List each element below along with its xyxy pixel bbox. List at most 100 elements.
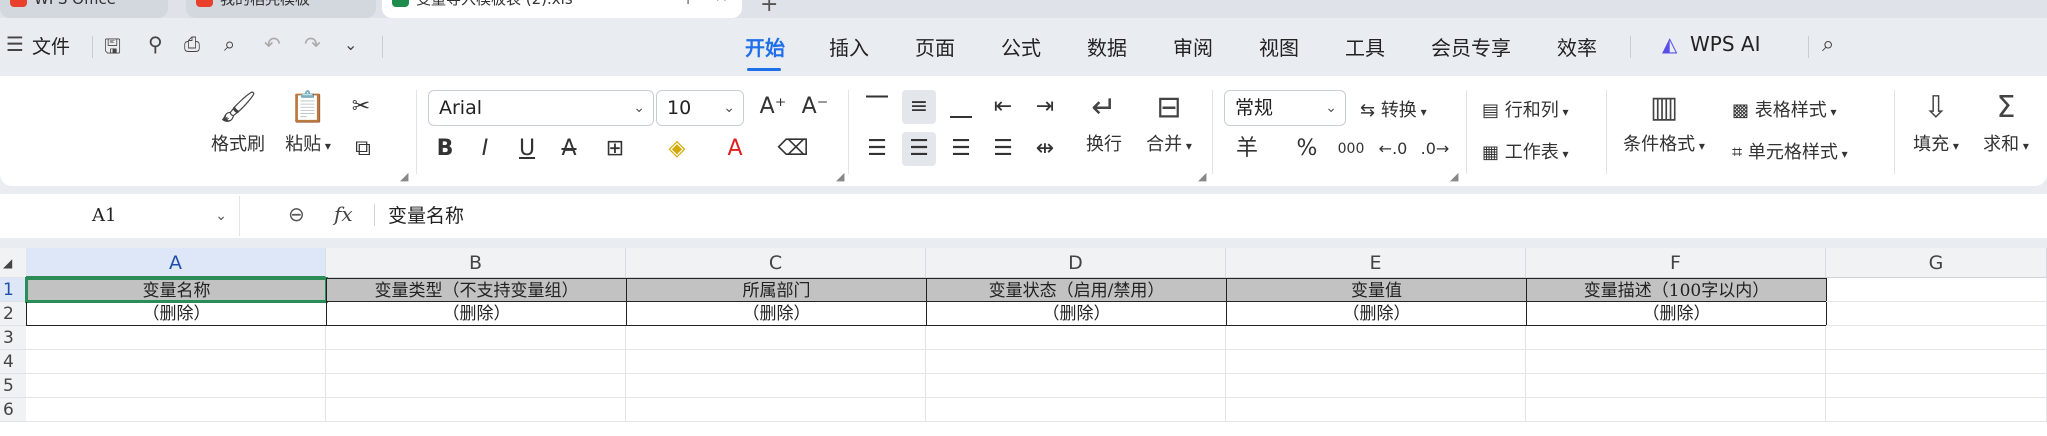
dialog-launcher-icon[interactable]: ◢ <box>1198 170 1206 183</box>
rows-cols-button[interactable]: ▤ 行和列 ▾ <box>1482 96 1569 122</box>
cell-b6[interactable] <box>326 398 626 422</box>
hamburger-icon[interactable]: ☰ <box>6 32 24 56</box>
align-left-icon[interactable]: ☰ <box>860 132 894 166</box>
align-center-icon[interactable]: ☰ <box>902 132 936 166</box>
cell-g6[interactable] <box>1826 398 2047 422</box>
cell-b3[interactable] <box>326 326 626 350</box>
cell-b1[interactable]: 变量类型（不支持变量组） <box>326 278 627 302</box>
cell-d3[interactable] <box>926 326 1226 350</box>
border-icon[interactable]: ⊞ <box>598 132 632 166</box>
cell-e2[interactable]: （删除） <box>1226 302 1527 326</box>
paste-button[interactable]: 📋 粘贴 ▾ <box>278 90 338 156</box>
cell-f3[interactable] <box>1526 326 1826 350</box>
cell-b5[interactable] <box>326 374 626 398</box>
save-icon[interactable]: 🖫 <box>104 32 121 66</box>
currency-icon[interactable]: 羊 <box>1230 132 1264 166</box>
font-size-select[interactable]: 10 ⌄ <box>656 90 744 126</box>
tab-home[interactable]: 开始 <box>745 32 785 61</box>
tab-review[interactable]: 审阅 <box>1173 32 1213 61</box>
cell-a2[interactable]: （删除） <box>26 302 327 326</box>
align-bottom-icon[interactable]: ⎽ <box>944 90 978 124</box>
underline-icon[interactable]: U <box>510 132 544 166</box>
decrease-indent-icon[interactable]: ⇤ <box>986 90 1020 124</box>
conditional-format-button[interactable]: ▥ 条件格式 ▾ <box>1618 90 1710 156</box>
fill-button[interactable]: ⇩ 填充 ▾ <box>1906 90 1966 156</box>
cell-d2[interactable]: （删除） <box>926 302 1227 326</box>
font-name-select[interactable]: Arial ⌄ <box>428 90 654 126</box>
dialog-launcher-icon[interactable]: ◢ <box>836 170 844 183</box>
new-tab-icon[interactable]: + <box>760 0 778 17</box>
decrease-decimal-icon[interactable]: .0→ <box>1418 132 1452 166</box>
cell-style-button[interactable]: ⌗ 单元格样式 ▾ <box>1732 138 1848 164</box>
column-header-g[interactable]: G <box>1826 248 2047 278</box>
column-header-d[interactable]: D <box>926 248 1226 278</box>
search-icon[interactable]: ⌕ <box>1822 32 1834 57</box>
clear-format-icon[interactable]: ⌫ <box>776 132 810 166</box>
cell-c2[interactable]: （删除） <box>626 302 927 326</box>
decrease-font-icon[interactable]: A⁻ <box>798 90 832 124</box>
row-header-1[interactable]: 1 <box>0 278 26 302</box>
dialog-launcher-icon[interactable]: ◢ <box>1450 170 1458 183</box>
tab-docer-templates[interactable]: 我的稻壳模板 <box>186 0 376 18</box>
name-box[interactable]: A1 ⌄ <box>0 196 240 236</box>
wps-ai-button[interactable]: WPS AI <box>1690 32 1760 56</box>
number-format-select[interactable]: 常规 ⌄ <box>1224 90 1346 126</box>
cell-g1[interactable] <box>1826 278 2047 302</box>
tab-data[interactable]: 数据 <box>1087 32 1127 61</box>
column-header-a[interactable]: A <box>26 248 326 278</box>
cell-d1[interactable]: 变量状态（启用/禁用） <box>926 278 1227 302</box>
row-header-6[interactable]: 6 <box>0 398 26 422</box>
row-header-5[interactable]: 5 <box>0 374 26 398</box>
tab-tools[interactable]: 工具 <box>1345 32 1385 61</box>
cell-a1[interactable]: 变量名称 <box>25 277 328 303</box>
cell-d5[interactable] <box>926 374 1226 398</box>
cell-g5[interactable] <box>1826 374 2047 398</box>
cell-c3[interactable] <box>626 326 926 350</box>
increase-font-icon[interactable]: A⁺ <box>756 90 790 124</box>
print-icon[interactable]: ⎙ <box>184 32 200 56</box>
tab-view[interactable]: 视图 <box>1259 32 1299 61</box>
cell-c4[interactable] <box>626 350 926 374</box>
pin-icon[interactable]: ⚲ <box>682 0 694 10</box>
fx-icon[interactable]: fx <box>334 202 353 226</box>
cell-f4[interactable] <box>1526 350 1826 374</box>
print-preview-icon[interactable]: ⌕ <box>224 32 235 56</box>
wrap-text-button[interactable]: ↵ 换行 <box>1074 90 1134 156</box>
increase-indent-icon[interactable]: ⇥ <box>1028 90 1062 124</box>
tab-wps-office[interactable]: WPS Office <box>0 0 168 18</box>
tab-insert[interactable]: 插入 <box>829 32 869 61</box>
fill-color-icon[interactable]: ◈ <box>660 132 694 166</box>
cell-f1[interactable]: 变量描述（100字以内） <box>1526 278 1827 302</box>
cell-e4[interactable] <box>1226 350 1526 374</box>
column-header-c[interactable]: C <box>626 248 926 278</box>
convert-button[interactable]: ⇆ 转换 ▾ <box>1360 96 1427 122</box>
cell-a3[interactable] <box>26 326 326 350</box>
column-header-e[interactable]: E <box>1226 248 1526 278</box>
cell-g3[interactable] <box>1826 326 2047 350</box>
format-painter-button[interactable]: 🖌 格式刷 <box>208 90 268 156</box>
column-header-f[interactable]: F <box>1526 248 1826 278</box>
cell-a6[interactable] <box>26 398 326 422</box>
merge-button[interactable]: ⊟ 合并 ▾ <box>1134 90 1204 156</box>
cell-a4[interactable] <box>26 350 326 374</box>
share-icon[interactable]: ⚲ <box>148 32 163 56</box>
percent-icon[interactable]: % <box>1290 132 1324 166</box>
undo-icon[interactable]: ↶ <box>264 32 281 56</box>
dialog-launcher-icon[interactable]: ◢ <box>400 170 408 183</box>
tab-formula[interactable]: 公式 <box>1001 32 1041 61</box>
cell-d6[interactable] <box>926 398 1226 422</box>
column-header-b[interactable]: B <box>326 248 626 278</box>
cell-e3[interactable] <box>1226 326 1526 350</box>
row-header-3[interactable]: 3 <box>0 326 26 350</box>
table-style-button[interactable]: ▩ 表格样式 ▾ <box>1732 96 1837 122</box>
redo-icon[interactable]: ↷ <box>304 32 321 56</box>
worksheet-button[interactable]: ▦ 工作表 ▾ <box>1482 138 1569 164</box>
cell-g2[interactable] <box>1826 302 2047 326</box>
cell-b4[interactable] <box>326 350 626 374</box>
align-top-icon[interactable]: ⎺ <box>860 90 894 124</box>
increase-decimal-icon[interactable]: ←.0 <box>1376 132 1410 166</box>
align-right-icon[interactable]: ☰ <box>944 132 978 166</box>
select-all-corner[interactable]: ◢ <box>0 248 26 278</box>
cut-icon[interactable]: ✂ <box>344 90 378 124</box>
cell-f2[interactable]: （删除） <box>1526 302 1827 326</box>
